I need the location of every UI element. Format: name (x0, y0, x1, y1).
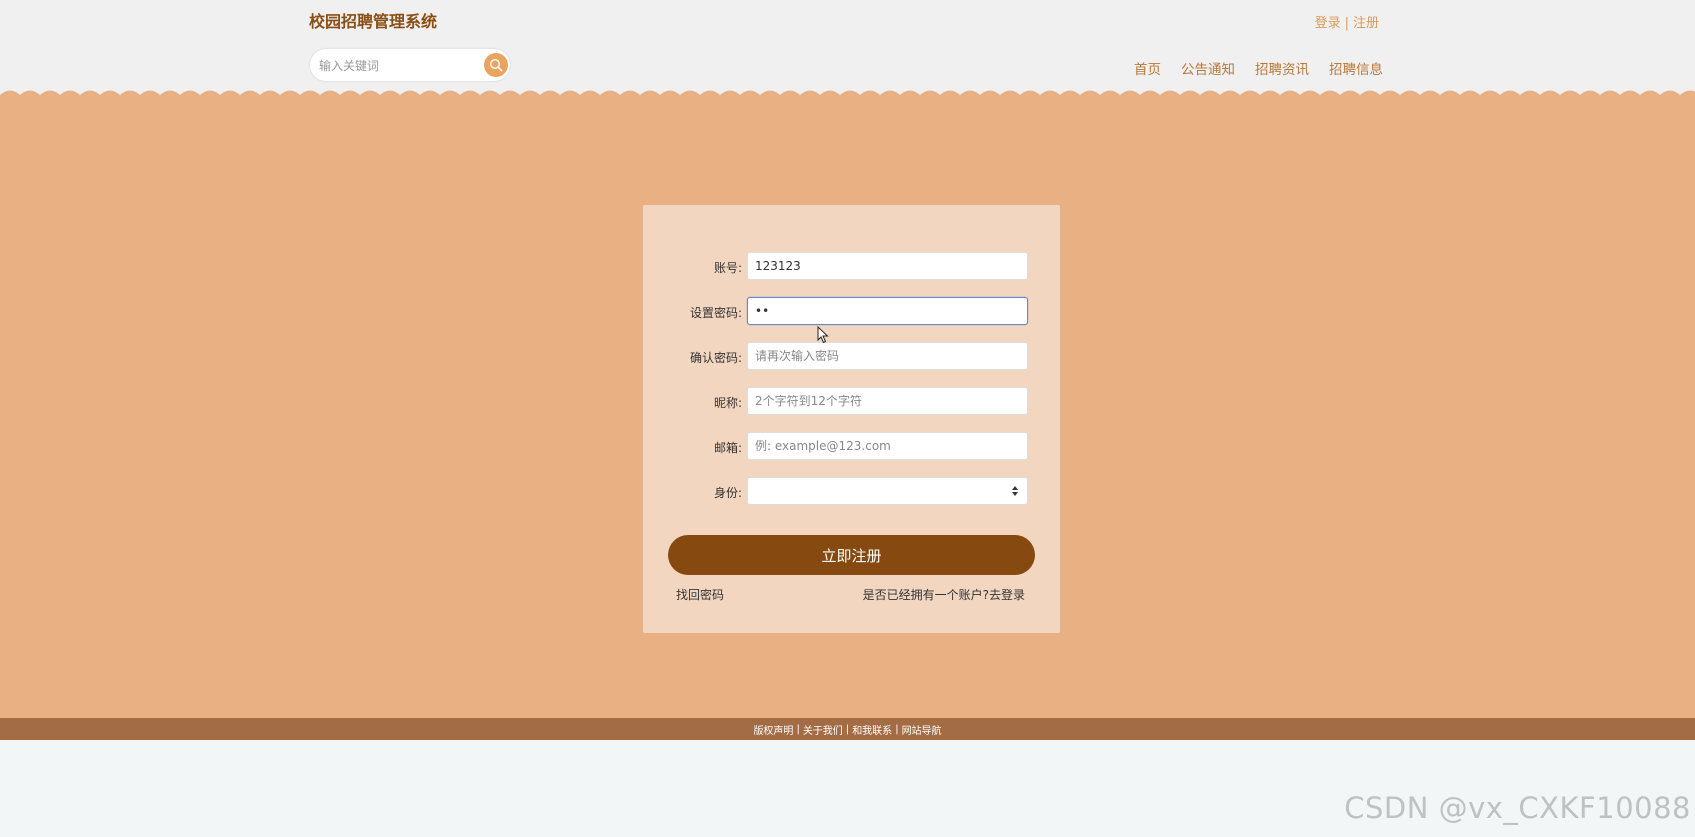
search-button[interactable] (484, 53, 508, 77)
footer-separator: | (796, 723, 800, 735)
confirm-password-input[interactable] (747, 342, 1028, 370)
footer-separator: | (895, 723, 899, 735)
register-link[interactable]: 注册 (1353, 16, 1379, 31)
footer-link-contact[interactable]: 和我联系 (852, 722, 892, 737)
site-header: 校园招聘管理系统 登录| 注册 首页 公告通知 招聘资讯 招聘信息 (0, 0, 1695, 96)
nav-home[interactable]: 首页 (1134, 58, 1161, 78)
have-account-question: 是否已经拥有一个账户? (862, 588, 989, 602)
nav-announcements[interactable]: 公告通知 (1181, 58, 1235, 78)
identity-select[interactable] (747, 477, 1028, 505)
nav-recruitment-news[interactable]: 招聘资讯 (1255, 58, 1309, 78)
register-card: 账号: 设置密码: 确认密码: 昵称: 邮箱: 身份: (643, 205, 1060, 633)
email-input[interactable] (747, 432, 1028, 460)
identity-label: 身份: (713, 486, 742, 500)
have-account-text: 是否已经拥有一个账户?去登录 (863, 586, 1025, 603)
password-input[interactable] (747, 297, 1028, 325)
email-label: 邮箱: (713, 441, 742, 455)
search-box (310, 49, 510, 81)
confirm-password-row: 确认密码: (643, 342, 1060, 372)
search-input[interactable] (317, 55, 481, 77)
nickname-label: 昵称: (713, 396, 742, 410)
nav-recruitment-info[interactable]: 招聘信息 (1329, 58, 1383, 78)
mouse-pointer-icon (817, 326, 829, 344)
main-nav: 首页 公告通知 招聘资讯 招聘信息 (1134, 58, 1383, 78)
nickname-row: 昵称: (643, 387, 1060, 417)
confirm-password-label: 确认密码: (689, 351, 742, 365)
sort-arrows-icon (1012, 486, 1018, 496)
account-input[interactable] (747, 252, 1028, 280)
search-icon (489, 58, 503, 72)
password-label: 设置密码: (689, 306, 742, 320)
account-row: 账号: (643, 252, 1060, 282)
email-row: 邮箱: (643, 432, 1060, 462)
footer-separator: | (845, 723, 850, 735)
main-area: 账号: 设置密码: 确认密码: 昵称: 邮箱: 身份: (0, 100, 1695, 718)
identity-row: 身份: (643, 477, 1060, 507)
go-login-link[interactable]: 去登录 (989, 588, 1025, 602)
nickname-input[interactable] (747, 387, 1028, 415)
watermark: CSDN @vx_CXKF10088 (1344, 791, 1691, 825)
footer-link-copyright[interactable]: 版权声明 (753, 722, 793, 737)
login-link[interactable]: 登录 (1315, 16, 1341, 31)
footer-link-about[interactable]: 关于我们 (803, 722, 843, 737)
password-row: 设置密码: (643, 297, 1060, 327)
site-title[interactable]: 校园招聘管理系统 (309, 8, 437, 32)
auth-separator: | (1344, 16, 1349, 31)
auth-links: 登录 | 注册 (1315, 12, 1379, 31)
account-label: 账号: (713, 261, 742, 275)
forgot-password-link[interactable]: 找回密码 (676, 586, 724, 603)
footer-link-sitemap[interactable]: 网站导航 (902, 722, 942, 737)
register-submit-button[interactable]: 立即注册 (668, 535, 1035, 575)
site-footer: 版权声明 | 关于我们 | 和我联系 | 网站导航 (0, 718, 1695, 740)
